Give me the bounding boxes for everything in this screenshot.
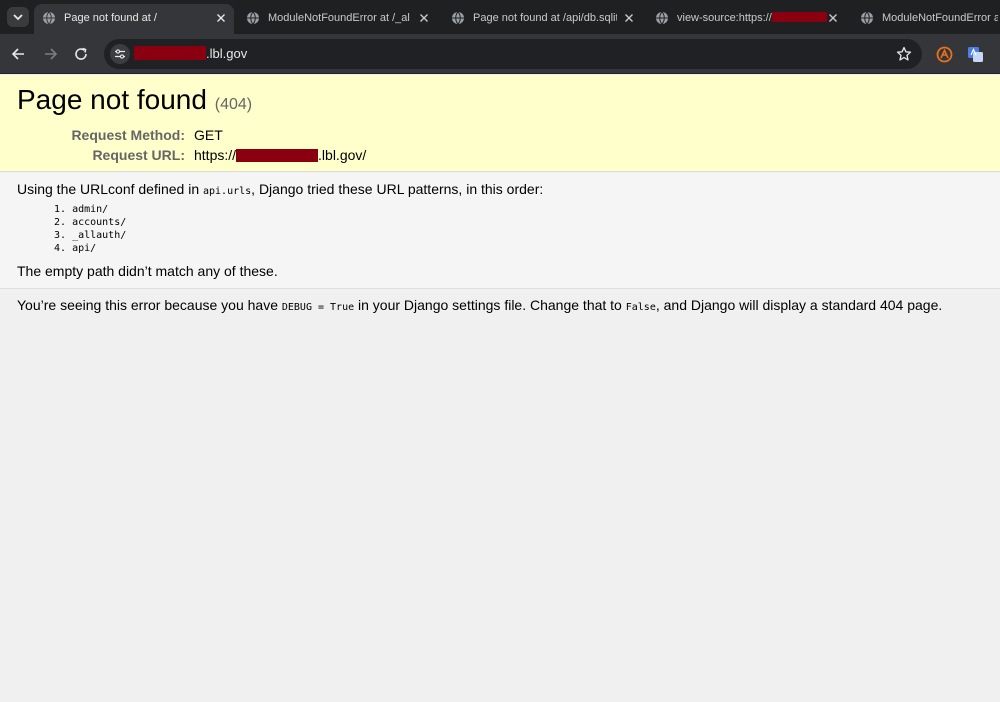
url-pattern: admin/ (72, 204, 109, 215)
url-domain: .lbl.gov (206, 46, 248, 61)
tab-title: Page not found at / (64, 12, 157, 24)
explanation-text: You’re seeing this error because you hav… (17, 297, 282, 313)
error-summary: Page not found (404) Request Method: GET… (0, 75, 1000, 172)
tab-view-source[interactable]: view-source:https:// (647, 4, 847, 34)
url-pattern: accounts/ (72, 217, 127, 228)
redaction-bar (771, 12, 827, 22)
request-url-label: Request URL: (92, 147, 185, 163)
globe-icon (861, 11, 873, 25)
extension-icon[interactable] (936, 46, 953, 63)
intro-text: Using the URLconf defined in (17, 181, 203, 197)
page-title: Page not found (404) (17, 84, 252, 116)
tab-title: view-source:https:// (677, 12, 827, 24)
address-bar[interactable]: .lbl.gov (104, 39, 922, 69)
url-text: .lbl.gov (134, 46, 247, 61)
site-info-button[interactable] (110, 44, 130, 64)
list-item: 1. admin/ (54, 204, 109, 215)
chevron-down-icon (13, 14, 23, 21)
page-title-text: Page not found (17, 84, 207, 115)
explanation-text: in your Django settings file. Change tha… (354, 297, 626, 313)
list-item: 4. api/ (54, 243, 97, 254)
list-item: 3. _allauth/ (54, 230, 127, 241)
debug-explanation: You’re seeing this error because you hav… (17, 297, 942, 313)
no-match-message: The empty path didn’t match any of these… (17, 263, 278, 279)
tab-search-button[interactable] (7, 7, 29, 27)
close-icon[interactable] (826, 11, 840, 25)
translate-extension-icon[interactable] (967, 46, 984, 63)
browser-toolbar: .lbl.gov (0, 34, 1000, 74)
false-value: False (625, 302, 656, 313)
tab-module-not-found-root[interactable]: ModuleNotFoundError at / (852, 4, 1000, 34)
tab-page-not-found-db[interactable]: Page not found at /api/db.sqlite (443, 4, 643, 34)
globe-icon (452, 11, 464, 25)
request-method-value: GET (194, 127, 223, 143)
close-icon[interactable] (214, 11, 228, 25)
urlconf-intro: Using the URLconf defined in api.urls, D… (17, 181, 543, 197)
url-scheme: https:// (194, 147, 237, 163)
tab-page-not-found[interactable]: Page not found at / (34, 4, 234, 34)
tab-title: Page not found at /api/db.sqlite (473, 12, 617, 24)
debug-setting: DEBUG = True (281, 302, 355, 313)
tab-title-text: view-source:https:// (677, 12, 772, 24)
urlconf-info: Using the URLconf defined in api.urls, D… (0, 173, 1000, 289)
redaction-bar (134, 46, 206, 60)
back-arrow-icon[interactable] (9, 44, 29, 64)
url-domain: .lbl.gov/ (318, 147, 367, 163)
explanation-text: , and Django will display a standard 404… (655, 297, 943, 313)
close-icon[interactable] (622, 11, 636, 25)
tab-title: ModuleNotFoundError at /_allau (268, 12, 410, 24)
request-method-label: Request Method: (71, 127, 185, 143)
url-pattern: api/ (72, 243, 97, 254)
redaction-bar (236, 149, 319, 162)
url-pattern: _allauth/ (72, 230, 127, 241)
tab-title: ModuleNotFoundError at / (882, 12, 998, 24)
tune-icon (115, 49, 125, 59)
tab-strip: Page not found at / ModuleNotFoundError … (0, 0, 1000, 34)
page-content: Page not found (404) Request Method: GET… (0, 75, 1000, 702)
globe-icon (247, 11, 259, 25)
reload-icon[interactable] (71, 44, 91, 64)
globe-icon (656, 11, 668, 25)
tab-module-not-found-allauth[interactable]: ModuleNotFoundError at /_allau (238, 4, 438, 34)
bookmark-star-icon[interactable] (896, 46, 912, 62)
list-item: 2. accounts/ (54, 217, 127, 228)
intro-text: , Django tried these URL patterns, in th… (251, 181, 544, 197)
forward-arrow-icon[interactable] (40, 44, 60, 64)
request-url-value: https:// .lbl.gov/ (194, 147, 366, 163)
urlconf-module: api.urls (203, 186, 252, 197)
url-pattern-list: 1. admin/ 2. accounts/ 3. _allauth/ 4. a… (54, 203, 126, 255)
status-code: (404) (214, 96, 253, 113)
close-icon[interactable] (417, 11, 431, 25)
globe-icon (43, 11, 55, 25)
